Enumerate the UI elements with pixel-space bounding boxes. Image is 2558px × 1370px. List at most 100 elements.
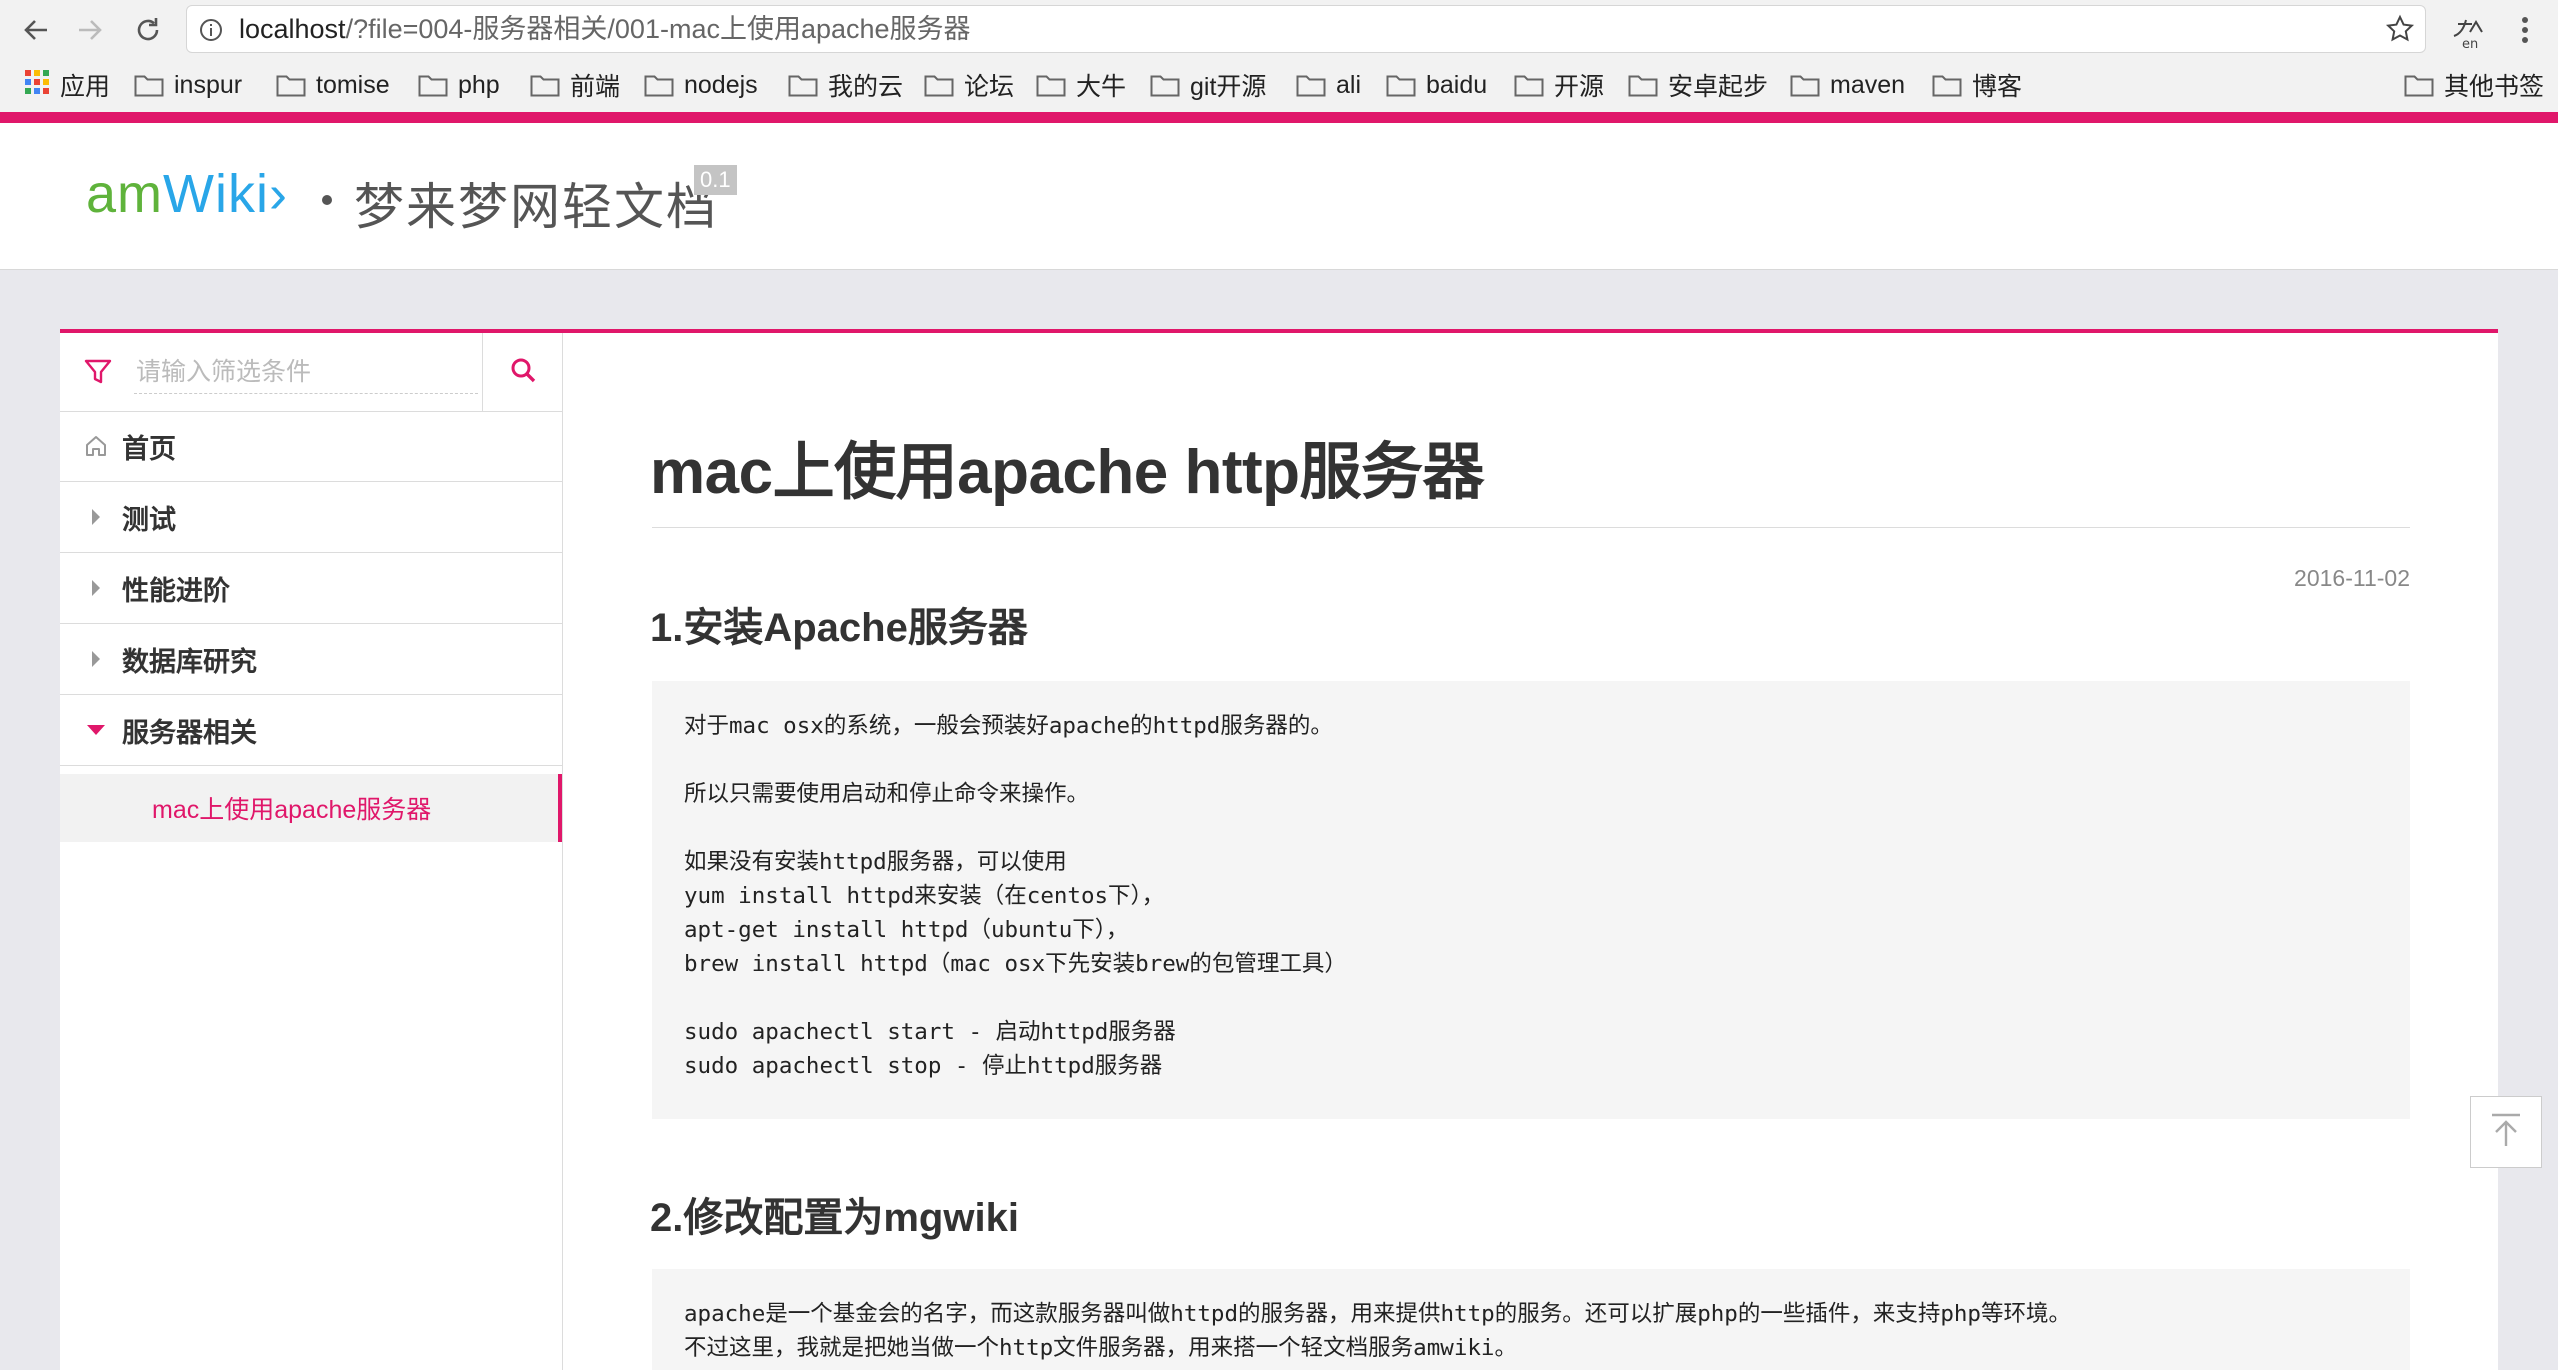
sidebar-subitem-label: mac上使用apache服务器: [152, 796, 432, 824]
folder-icon: [1628, 73, 1658, 97]
code-block-2: apache是一个基金会的名字，而这款服务器叫做httpd的服务器，用来提供ht…: [652, 1269, 2410, 1370]
folder-icon: [276, 73, 306, 97]
sidebar-item-label: 首页: [122, 433, 176, 464]
bookmark-other[interactable]: 其他书签: [2404, 62, 2544, 108]
search-button[interactable]: [482, 333, 562, 411]
forward-icon[interactable]: [70, 10, 110, 50]
sidebar-subitem-active[interactable]: mac上使用apache服务器: [60, 774, 562, 842]
translate-extension-icon[interactable]: en: [2448, 10, 2488, 52]
sidebar-item-label: 数据库研究: [122, 646, 257, 677]
arrow-up-icon: [2486, 1110, 2526, 1155]
bookmarks-bar: 应用 其他书签 inspur tomise php 前端 nodejs 我的云 论坛 大牛 gi…: [0, 62, 2558, 108]
reload-icon[interactable]: [128, 10, 168, 50]
folder-icon: [1296, 73, 1326, 97]
bookmark-folder[interactable]: 大牛: [1036, 62, 1126, 108]
url-text[interactable]: localhost/?file=004-服务器相关/001-mac上使用apac…: [239, 6, 971, 52]
amwiki-logo[interactable]: amWiki›: [86, 163, 288, 225]
sidebar-item-test[interactable]: 测试: [60, 482, 562, 553]
folder-icon: [1036, 73, 1066, 97]
caret-down-icon: [82, 724, 110, 736]
sidebar-item-label: 性能进阶: [122, 575, 230, 606]
bookmark-label: git开源: [1190, 73, 1267, 101]
info-icon[interactable]: [199, 18, 223, 47]
bookmark-label: php: [458, 70, 500, 99]
back-to-top-button[interactable]: [2470, 1096, 2542, 1168]
title-divider: [652, 527, 2410, 528]
bookmark-label: tomise: [316, 70, 390, 99]
bookmark-label: 前端: [570, 73, 621, 101]
folder-icon: [644, 73, 674, 97]
browser-chrome: localhost/?file=004-服务器相关/001-mac上使用apac…: [0, 0, 2558, 112]
bookmark-label: baidu: [1426, 70, 1488, 99]
main-card: 首页 测试 性能进阶 数据库研究 服务器相关 mac上使: [60, 329, 2498, 1370]
folder-icon: [1790, 73, 1820, 97]
page-title: mac上使用apache http服务器: [650, 438, 1485, 507]
bookmark-folder[interactable]: ali: [1296, 62, 1361, 108]
title-separator-dot: [322, 195, 332, 205]
bookmark-folder[interactable]: php: [418, 62, 500, 108]
bookmark-folder[interactable]: tomise: [276, 62, 390, 108]
address-bar[interactable]: localhost/?file=004-服务器相关/001-mac上使用apac…: [186, 5, 2426, 53]
sidebar-item-label: 服务器相关: [122, 717, 257, 748]
sidebar-item-performance[interactable]: 性能进阶: [60, 553, 562, 624]
bookmark-label: 安卓起步: [1668, 73, 1769, 101]
bookmark-star-icon[interactable]: [2385, 14, 2415, 49]
sidebar-item-database[interactable]: 数据库研究: [60, 624, 562, 695]
bookmark-label: 其他书签: [2444, 73, 2545, 101]
folder-icon: [530, 73, 560, 97]
bookmark-label: 论坛: [964, 73, 1015, 101]
filter-icon: [84, 359, 112, 390]
sidebar-item-server[interactable]: 服务器相关: [60, 695, 562, 766]
caret-right-icon: [82, 507, 110, 527]
sidebar-item-label: 测试: [122, 504, 176, 535]
sidebar: 首页 测试 性能进阶 数据库研究 服务器相关 mac上使: [60, 333, 563, 1370]
version-badge: 0.1: [694, 165, 737, 195]
folder-icon: [1150, 73, 1180, 97]
logo-arrow: ›: [268, 164, 288, 224]
filter-input[interactable]: [134, 351, 478, 394]
folder-icon: [788, 73, 818, 97]
bookmark-label: nodejs: [684, 70, 758, 99]
bookmark-label: inspur: [174, 70, 243, 99]
bookmark-label: ali: [1336, 70, 1362, 99]
bookmark-folder[interactable]: nodejs: [644, 62, 758, 108]
folder-icon: [1514, 73, 1544, 97]
bookmark-folder[interactable]: maven: [1790, 62, 1905, 108]
section-heading-2: 2.修改配置为mgwiki: [650, 1196, 1019, 1240]
bookmark-folder[interactable]: 论坛: [924, 62, 1014, 108]
caret-right-icon: [82, 578, 110, 598]
folder-icon: [924, 73, 954, 97]
bookmark-folder[interactable]: inspur: [134, 62, 242, 108]
sidebar-item-home[interactable]: 首页: [60, 411, 562, 482]
bookmark-apps[interactable]: 应用: [24, 62, 110, 108]
bookmark-label: 大牛: [1076, 73, 1127, 101]
article-date: 2016-11-02: [2294, 565, 2410, 591]
bookmark-folder[interactable]: 安卓起步: [1628, 62, 1768, 108]
folder-icon: [2404, 73, 2434, 97]
caret-right-icon: [82, 649, 110, 669]
code-block-1: 对于mac osx的系统，一般会预装好apache的httpd服务器的。 所以只…: [652, 681, 2410, 1119]
svg-text:en: en: [2462, 37, 2478, 50]
logo-am: am: [86, 164, 164, 224]
bookmark-folder[interactable]: 我的云: [788, 62, 903, 108]
url-host: localhost: [239, 14, 346, 44]
site-title: 梦来梦网轻文档: [354, 179, 718, 235]
filter-bar: [60, 333, 562, 412]
bookmark-folder[interactable]: git开源: [1150, 62, 1266, 108]
bookmark-label: 我的云: [828, 73, 904, 101]
bookmark-label: 开源: [1554, 73, 1605, 101]
logo-wiki: Wiki: [163, 164, 269, 224]
folder-icon: [1386, 73, 1416, 97]
folder-icon: [418, 73, 448, 97]
bookmark-label: maven: [1830, 70, 1906, 99]
bookmark-folder[interactable]: 开源: [1514, 62, 1604, 108]
search-icon: [509, 356, 537, 389]
bookmark-folder[interactable]: 前端: [530, 62, 620, 108]
bookmark-folder[interactable]: 博客: [1932, 62, 2022, 108]
bookmark-folder[interactable]: baidu: [1386, 62, 1487, 108]
section-heading-1: 1.安装Apache服务器: [650, 606, 1028, 650]
home-icon: [82, 434, 110, 458]
back-icon[interactable]: [16, 10, 56, 50]
bookmark-label: 博客: [1972, 73, 2023, 101]
browser-menu-icon[interactable]: [2510, 10, 2540, 50]
